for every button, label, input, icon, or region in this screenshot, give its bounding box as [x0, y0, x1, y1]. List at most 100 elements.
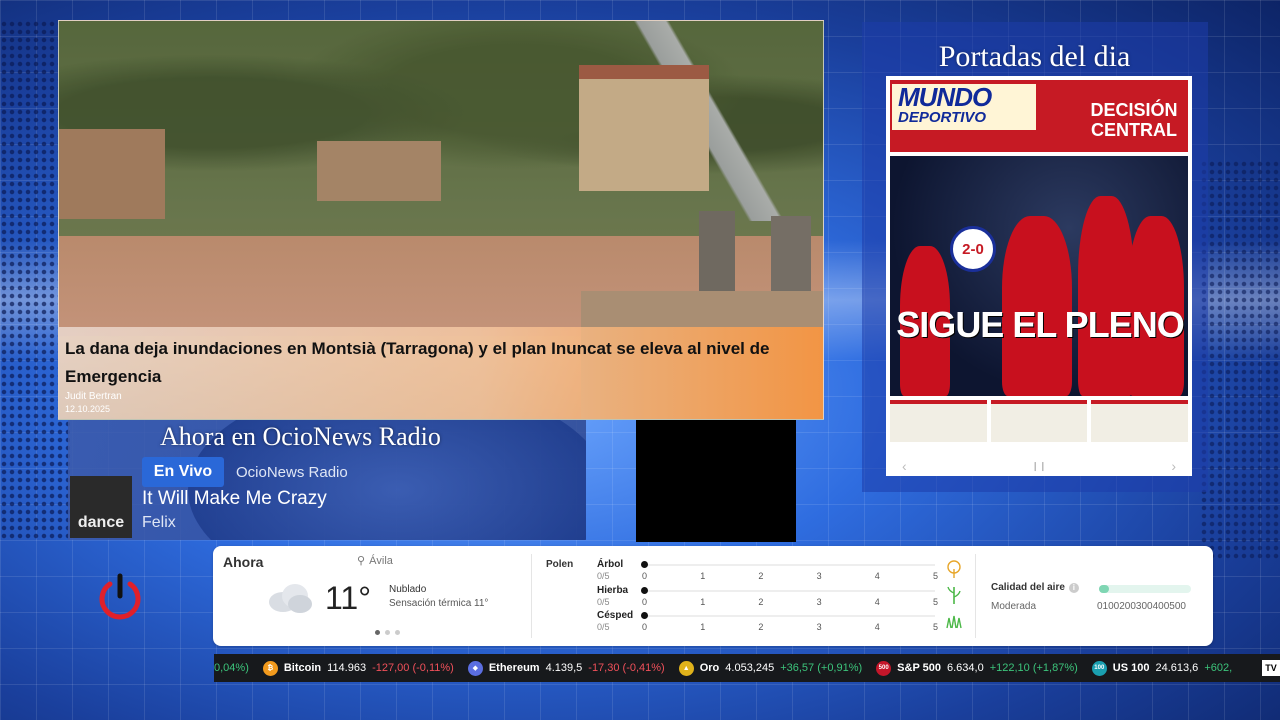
news-photo-house [59, 129, 165, 219]
ticker-change: -17,30 (-0,41%) [588, 662, 665, 674]
ticker-name: Ethereum [488, 662, 540, 674]
ticker-item[interactable]: 0,04%) [214, 662, 249, 674]
ticker-change: +602, [1204, 662, 1233, 674]
weather-condition: Nublado [389, 584, 427, 595]
ticker-price: 114.963 [327, 662, 367, 674]
news-caption: La dana deja inundaciones en Montsià (Ta… [59, 327, 823, 419]
ethereum-icon: ◆ [467, 660, 483, 676]
pause-icon[interactable]: ❙❙ [1031, 461, 1046, 472]
pollen-label: Polen [546, 559, 574, 570]
divider [531, 554, 532, 638]
video-player[interactable] [636, 420, 796, 542]
carousel-dot[interactable] [385, 630, 390, 635]
radio-station: OcioNews Radio [236, 464, 348, 481]
power-icon[interactable] [96, 572, 144, 620]
cloud-icon [269, 584, 312, 613]
grass-icon [947, 586, 961, 604]
air-quality-scale: 0100200300400500 [1097, 601, 1186, 612]
cover-pager: ‹ ❙❙ › [886, 456, 1192, 476]
lawn-icon [946, 615, 962, 629]
ticker-item-us100[interactable]: 100 US 100 24.613,6 +602, [1091, 660, 1233, 676]
pollen-level-dot [641, 561, 648, 568]
carousel-dot[interactable] [395, 630, 400, 635]
pollen-value: 0/5 [597, 571, 610, 581]
ticker-item-sp500[interactable]: 500 S&P 500 6.634,0 +122,10 (+1,87%) [876, 660, 1078, 676]
air-quality-level: Moderada [991, 601, 1037, 612]
cover-score: 2-0 [950, 226, 996, 272]
weather-feels-like: Sensación térmica 11° [389, 598, 489, 609]
album-cover: dance [70, 476, 132, 538]
logo-line1: MUNDO [898, 82, 992, 112]
air-quality-label-text: Calidad del aire [991, 582, 1065, 593]
ticker-change: +122,10 (+1,87%) [989, 662, 1078, 674]
weather-location[interactable]: ⚲ Ávila [357, 554, 393, 568]
cover-strip-item [990, 400, 1088, 442]
pollen-row-lawn: Césped 0/5 012345 [597, 610, 967, 634]
news-date: 12.10.2025 [65, 404, 111, 414]
weather-temperature: 11° [325, 580, 372, 616]
cover-photo: 2-0 [890, 156, 1188, 396]
logo-line2: DEPORTIVO [898, 109, 987, 126]
cover-top-headline: DECISIÓN CENTRAL [1090, 100, 1178, 140]
cover-strip-item [1091, 400, 1189, 442]
sp500-icon: 500 [876, 660, 892, 676]
pollen-ticks: 012345 [642, 571, 938, 581]
background-dots-right [1200, 160, 1280, 560]
carousel-dot[interactable] [375, 630, 380, 635]
ticker-name: Bitcoin [283, 662, 322, 674]
cover-masthead: MUNDO DEPORTIVO DECISIÓN CENTRAL [890, 80, 1188, 152]
live-badge[interactable]: En Vivo [142, 457, 224, 487]
pollen-level-dot [641, 587, 648, 594]
ticker-change: 0,04%) [214, 662, 249, 674]
weather-carousel-dots[interactable] [375, 630, 400, 635]
cover-player [1078, 196, 1134, 396]
cover-strip-item [890, 400, 987, 442]
pollen-track [645, 615, 935, 617]
chevron-right-icon[interactable]: › [1171, 458, 1176, 474]
pollen-name: Césped [597, 610, 634, 621]
cover-main-headline: SIGUE EL PLENO [896, 304, 1184, 345]
ticker-price: 6.634,0 [947, 662, 984, 674]
newspaper-cover[interactable]: MUNDO DEPORTIVO DECISIÓN CENTRAL 2-0 SIG… [886, 76, 1192, 476]
pollen-track [645, 590, 935, 592]
pollen-ticks: 012345 [642, 597, 938, 607]
ticker-name: S&P 500 [897, 662, 941, 674]
cover-bottom-strip [890, 400, 1189, 442]
location-pin-icon: ⚲ [357, 555, 366, 567]
tradingview-logo[interactable]: TV [1262, 660, 1280, 676]
ticker-name: Oro [699, 662, 720, 674]
pollen-name: Hierba [597, 585, 629, 596]
ticker-item-ethereum[interactable]: ◆ Ethereum 4.139,5 -17,30 (-0,41%) [467, 660, 665, 676]
pollen-level-dot [641, 612, 648, 619]
ticker-price: 24.613,6 [1155, 662, 1199, 674]
radio-title: Ahora en OcioNews Radio [160, 422, 441, 451]
weather-now-label: Ahora [223, 554, 264, 570]
pollen-value: 0/5 [597, 597, 610, 607]
ticker-change: -127,00 (-0,11%) [372, 662, 454, 674]
pollen-ticks: 012345 [642, 622, 938, 632]
song-artist: Felix [142, 514, 176, 531]
air-quality-label: Calidad del aire i [991, 582, 1079, 593]
pollen-row-grass: Hierba 0/5 012345 [597, 585, 967, 609]
ticker-item-bitcoin[interactable]: ₿ Bitcoin 114.963 -127,00 (-0,11%) [262, 660, 454, 676]
ticker-price: 4.139,5 [545, 662, 583, 674]
info-icon[interactable]: i [1068, 582, 1079, 593]
song-title: It Will Make Me Crazy [142, 488, 327, 509]
news-author: Judit Bertran [65, 391, 122, 402]
pollen-name: Árbol [597, 559, 624, 570]
weather-widget: Ahora ⚲ Ávila 11° Nublado Sensación térm… [213, 546, 1213, 646]
us100-icon: 100 [1091, 660, 1107, 676]
air-quality-bar [1099, 585, 1191, 593]
air-quality-fill [1099, 585, 1109, 593]
news-headline[interactable]: La dana deja inundaciones en Montsià (Ta… [65, 335, 815, 391]
mundo-deportivo-logo: MUNDO DEPORTIVO [892, 84, 1036, 130]
divider [975, 554, 976, 638]
pollen-track [645, 564, 935, 566]
tree-icon [947, 560, 961, 578]
pollen-value: 0/5 [597, 622, 610, 632]
news-card[interactable]: La dana deja inundaciones en Montsià (Ta… [58, 20, 824, 420]
market-ticker: 0,04%) ₿ Bitcoin 114.963 -127,00 (-0,11%… [214, 654, 1280, 682]
chevron-left-icon[interactable]: ‹ [902, 458, 907, 474]
news-photo-house [579, 65, 709, 191]
ticker-item-gold[interactable]: ▲ Oro 4.053,245 +36,57 (+0,91%) [678, 660, 862, 676]
